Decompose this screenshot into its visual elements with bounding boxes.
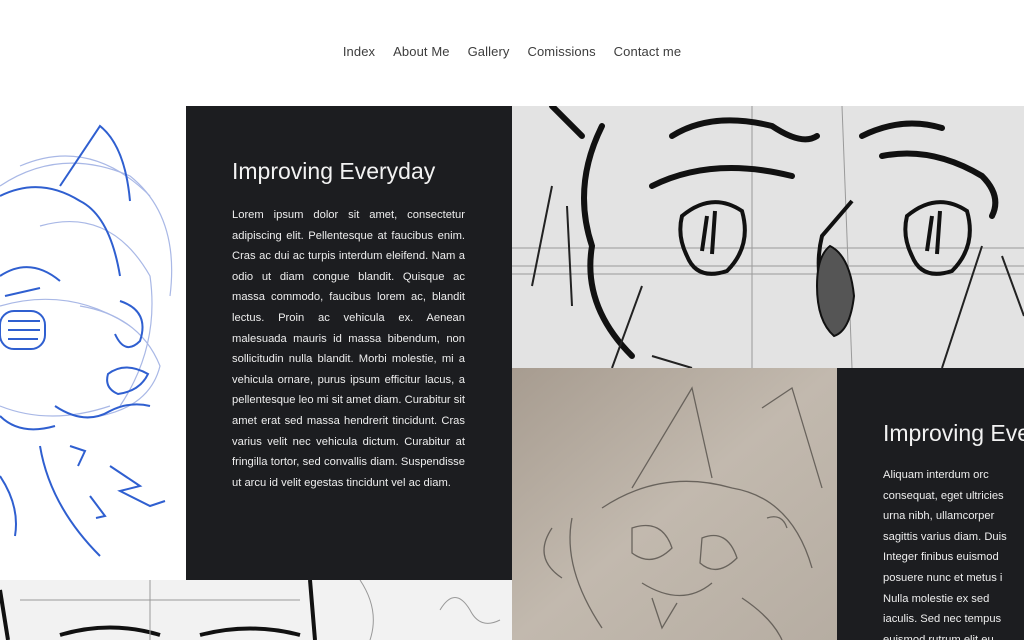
blue-sketch-image — [0, 106, 186, 580]
second-text-panel: Improving Eve Aliquam interdum orc conse… — [837, 368, 1024, 640]
nav-item-about-me[interactable]: About Me — [393, 44, 449, 59]
nav-item-contact-me[interactable]: Contact me — [614, 44, 681, 59]
body-line: euismod rutrum elit eu — [883, 633, 994, 640]
about-text-panel: Improving Everyday Lorem ipsum dolor sit… — [186, 106, 512, 580]
body-line: posuere nunc et metus i — [883, 571, 1003, 584]
body-line: Nulla molestie ex sed — [883, 592, 990, 605]
nav-item-gallery[interactable]: Gallery — [468, 44, 510, 59]
body-line: Aliquam interdum orc — [883, 469, 989, 481]
nav-item-comissions[interactable]: Comissions — [527, 44, 595, 59]
nav-item-index[interactable]: Index — [343, 44, 375, 59]
top-navigation: Index About Me Gallery Comissions Contac… — [0, 0, 1024, 107]
section-title: Improving Everyday — [232, 158, 436, 184]
body-line: consequat, eget ultricies — [883, 489, 1004, 502]
second-section-body: Aliquam interdum orc consequat, eget ult… — [883, 465, 1024, 640]
nav-menu: Index About Me Gallery Comissions Contac… — [0, 44, 1024, 59]
body-line: urna nibh, ullamcorper — [883, 510, 995, 523]
body-line: iaculis. Sed nec tempus — [883, 613, 1002, 626]
section-body-text: Lorem ipsum dolor sit amet, consectetur … — [232, 209, 465, 489]
body-line: sagittis varius diam. Duis — [883, 530, 1007, 543]
bottom-sketch-image — [0, 580, 512, 640]
eyes-sketch-image — [512, 106, 1024, 368]
body-line: Integer finibus euismod — [883, 551, 999, 564]
pencil-sketch-photo — [512, 368, 837, 640]
second-section-title: Improving Eve — [883, 420, 1024, 446]
